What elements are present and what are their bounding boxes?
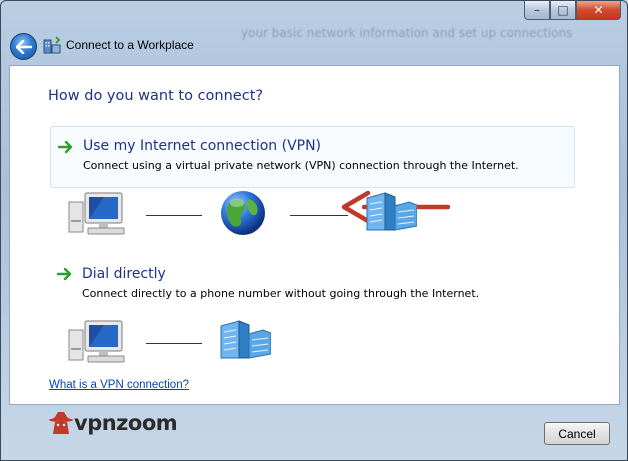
- minimize-button[interactable]: –: [524, 1, 550, 20]
- option-vpn[interactable]: Use my Internet connection (VPN) Connect…: [50, 126, 575, 188]
- option-vpn-description: Connect using a virtual private network …: [83, 159, 519, 172]
- computer-icon: [68, 320, 125, 363]
- vpnzoom-logo: vpnzoom: [48, 411, 178, 435]
- page-heading: How do you want to connect?: [48, 88, 264, 104]
- minimize-icon: –: [534, 3, 540, 17]
- spy-figure-icon: [49, 412, 73, 434]
- vpn-help-link[interactable]: What is a VPN connection?: [49, 379, 189, 391]
- green-arrow-icon: [57, 267, 72, 281]
- connection-line: [290, 215, 348, 216]
- dial-diagram: [68, 318, 428, 368]
- dialog-window: your basic network information and set u…: [0, 0, 628, 461]
- background-window-text: your basic network information and set u…: [241, 26, 627, 46]
- option-dial-title: Dial directly: [82, 266, 166, 282]
- window-title: Connect to a Workplace: [66, 38, 194, 52]
- option-dial-directly[interactable]: Dial directly Connect directly to a phon…: [50, 266, 575, 306]
- cancel-button[interactable]: Cancel: [544, 422, 610, 445]
- option-dial-description: Connect directly to a phone number witho…: [82, 287, 480, 300]
- maximize-button[interactable]: □: [550, 1, 576, 20]
- vpn-diagram: [68, 190, 428, 240]
- back-arrow-icon: [15, 39, 32, 54]
- back-button[interactable]: [10, 33, 37, 60]
- computer-icon: [68, 192, 125, 235]
- close-button[interactable]: ✕: [576, 1, 621, 20]
- option-vpn-title: Use my Internet connection (VPN): [83, 138, 322, 154]
- connection-line: [146, 215, 202, 216]
- wizard-content: How do you want to connect? Use my Inter…: [9, 65, 620, 405]
- caption-buttons: – □ ✕: [524, 1, 621, 20]
- close-icon: ✕: [593, 3, 604, 17]
- workplace-wizard-icon: [43, 36, 61, 54]
- green-arrow-icon: [58, 140, 73, 154]
- background-text: your basic network information and set u…: [241, 26, 573, 40]
- logo-text: vpnzoom: [74, 411, 178, 435]
- connection-line: [146, 343, 202, 344]
- office-building-icon: [220, 320, 271, 359]
- globe-icon: [221, 191, 265, 235]
- office-building-icon: [366, 192, 417, 231]
- maximize-icon: □: [557, 3, 569, 17]
